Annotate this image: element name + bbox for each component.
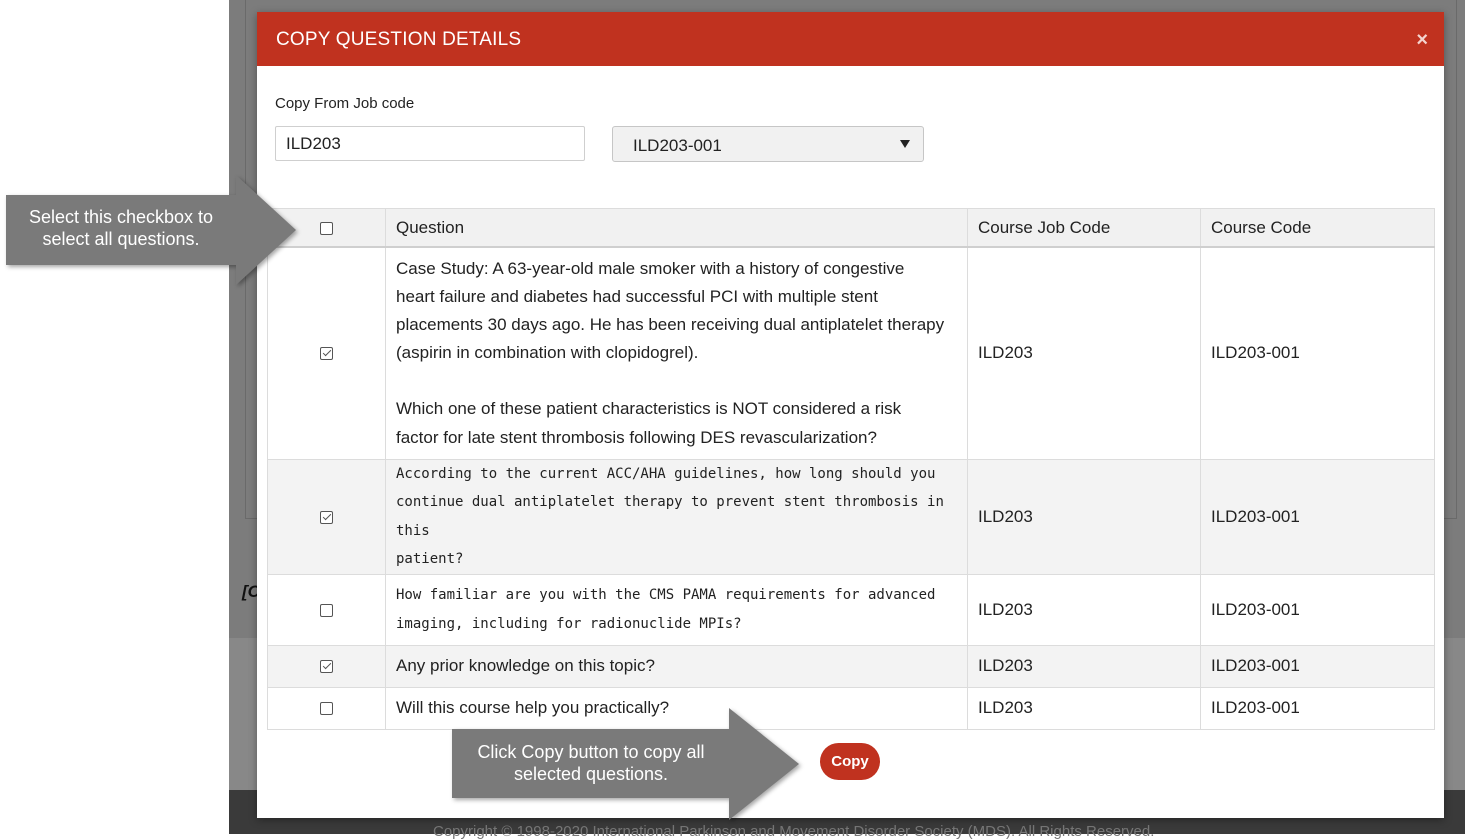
table-header-row: Question Course Job Code Course Code	[267, 208, 1435, 248]
questions-table: Question Course Job Code Course Code Cas…	[267, 208, 1435, 730]
question-line: patient?	[396, 551, 464, 567]
question-cell: How familiar are you with the CMS PAMA r…	[385, 573, 968, 646]
column-header-course-code: Course Code	[1200, 208, 1435, 248]
question-line: factor for late stent thrombosis followi…	[396, 427, 877, 447]
job-code-input[interactable]	[275, 126, 585, 161]
column-header-course-job-code: Course Job Code	[967, 208, 1201, 248]
row-checkbox[interactable]	[320, 660, 333, 674]
select-all-callout: Select this checkbox to select all quest…	[6, 175, 296, 285]
row-checkbox[interactable]	[320, 347, 333, 361]
course-job-code-cell: ILD203	[967, 458, 1201, 575]
row-checkbox-cell	[267, 686, 386, 730]
question-cell: Any prior knowledge on this topic?	[385, 644, 968, 688]
callout-line: select all questions.	[42, 229, 200, 249]
course-code-select[interactable]: ILD203-001	[612, 126, 924, 162]
course-code-cell: ILD203-001	[1200, 686, 1435, 730]
table-row: How familiar are you with the CMS PAMA r…	[267, 573, 1435, 646]
footer-copyright: Copyright © 1998-2020 International Park…	[433, 823, 1155, 840]
copy-question-modal: COPY QUESTION DETAILS × Copy From Job co…	[257, 12, 1444, 818]
row-checkbox-cell	[267, 644, 386, 688]
close-icon[interactable]: ×	[1416, 29, 1428, 52]
question-line: heart failure and diabetes had successfu…	[396, 286, 878, 306]
modal-header: COPY QUESTION DETAILS ×	[257, 12, 1444, 66]
arrow-right-icon	[729, 708, 799, 820]
question-line: continue dual antiplatelet therapy to pr…	[396, 494, 944, 539]
question-line: Case Study: A 63-year-old male smoker wi…	[396, 258, 905, 278]
callout-line: Select this checkbox to	[28, 207, 214, 227]
copy-callout: Click Copy button to copy all selected q…	[452, 708, 800, 820]
question-line: How familiar are you with the CMS PAMA r…	[396, 587, 936, 603]
callout-text: Click Copy button to copy all selected q…	[452, 741, 730, 785]
course-job-code-cell: ILD203	[967, 246, 1201, 460]
row-checkbox-cell	[267, 573, 386, 646]
course-job-code-cell: ILD203	[967, 686, 1201, 730]
course-code-cell: ILD203-001	[1200, 644, 1435, 688]
course-code-cell: ILD203-001	[1200, 458, 1435, 575]
row-checkbox[interactable]	[320, 510, 333, 524]
arrow-right-icon	[236, 175, 296, 285]
row-checkbox[interactable]	[320, 702, 333, 716]
question-line: According to the current ACC/AHA guideli…	[396, 465, 936, 482]
course-code-cell: ILD203-001	[1200, 573, 1435, 646]
copy-from-label: Copy From Job code	[275, 95, 415, 112]
callout-line: selected questions.	[513, 764, 669, 784]
select-all-checkbox[interactable]	[320, 221, 333, 235]
course-job-code-cell: ILD203	[967, 573, 1201, 646]
course-code-selected: ILD203-001	[633, 136, 722, 155]
table-row: Any prior knowledge on this topic? ILD20…	[267, 644, 1435, 688]
course-job-code-cell: ILD203	[967, 644, 1201, 688]
table-row: According to the current ACC/AHA guideli…	[267, 458, 1435, 575]
table-row: Case Study: A 63-year-old male smoker wi…	[267, 246, 1435, 460]
question-cell: Case Study: A 63-year-old male smoker wi…	[385, 246, 968, 460]
question-line: imaging, including for radionuclide MPIs…	[396, 615, 742, 632]
course-code-cell: ILD203-001	[1200, 246, 1435, 460]
table-row: Will this course help you practically? I…	[267, 686, 1435, 730]
row-checkbox[interactable]	[320, 603, 333, 617]
callout-line: Click Copy button to copy all	[477, 742, 705, 762]
question-line: (aspirin in combination with clopidogrel…	[396, 343, 699, 363]
callout-text: Select this checkbox to select all quest…	[6, 206, 236, 250]
row-checkbox-cell	[267, 458, 386, 575]
copy-button[interactable]: Copy	[820, 743, 880, 780]
column-header-question: Question	[385, 208, 968, 248]
question-cell: According to the current ACC/AHA guideli…	[385, 458, 968, 575]
question-line: placements 30 days ago. He has been rece…	[396, 315, 945, 335]
question-blank-line	[396, 367, 957, 395]
question-line: Which one of these patient characteristi…	[396, 399, 902, 419]
modal-title: COPY QUESTION DETAILS	[276, 29, 522, 50]
caret-down-icon	[900, 140, 910, 148]
